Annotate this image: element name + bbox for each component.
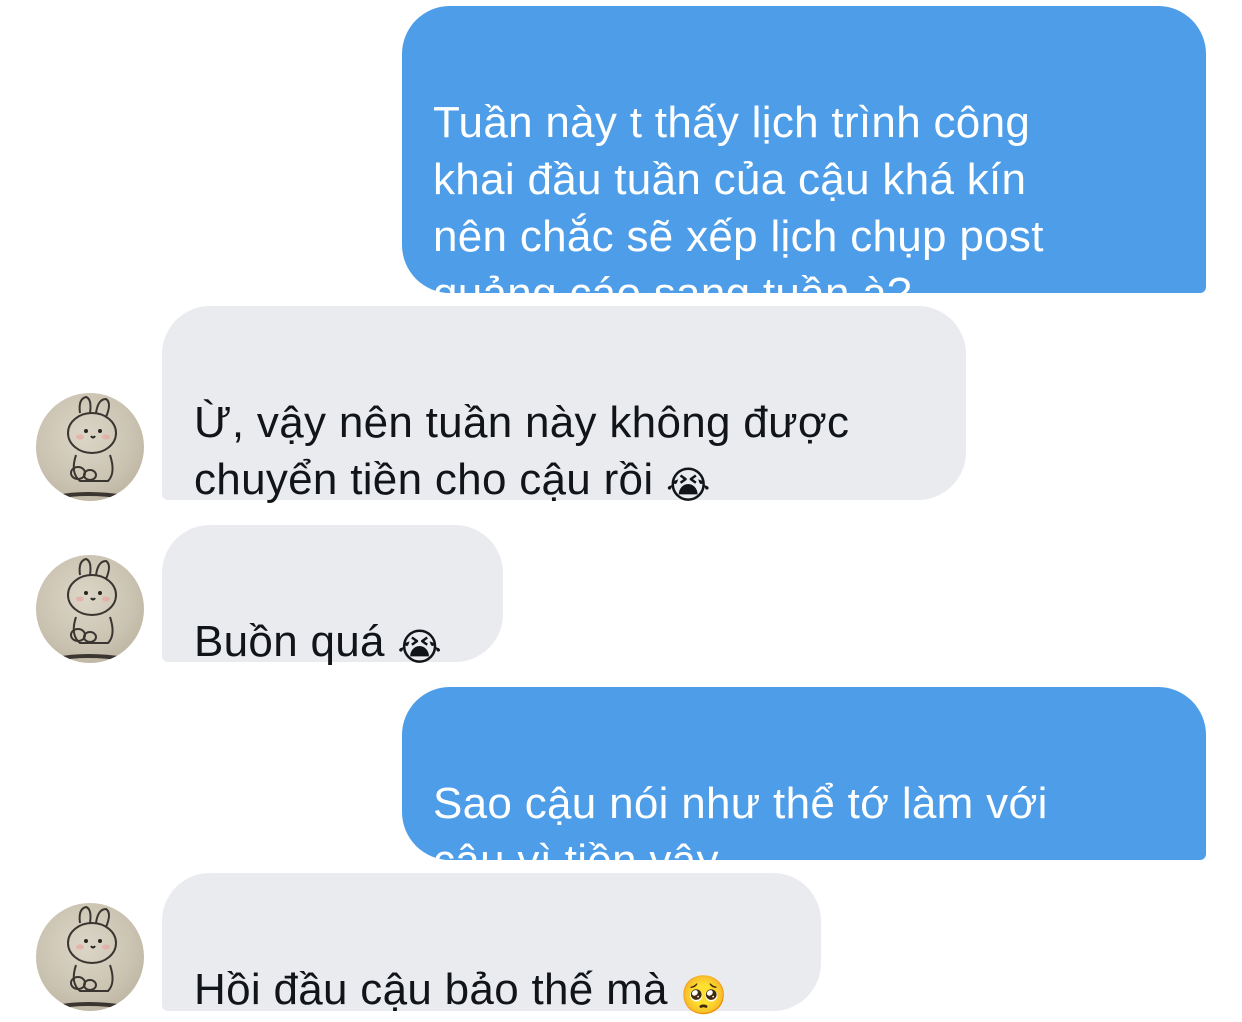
message-bubble-incoming[interactable]: Hồi đầu cậu bảo thế mà 🥺	[162, 873, 821, 1017]
bunny-avatar-icon	[55, 905, 127, 1009]
crying-face-emoji-icon: 😭	[665, 463, 711, 507]
bunny-avatar-icon	[55, 557, 127, 661]
message-bubble-incoming[interactable]: Ừ, vậy nên tuần này không được chuyển ti…	[162, 306, 966, 504]
message-text: Tuần này t thấy lịch trình công khai đầu…	[433, 98, 1044, 318]
avatar[interactable]	[36, 903, 144, 1011]
message-text: Ừ, vậy nên tuần này không được chuyển ti…	[194, 398, 850, 504]
message-bubble-incoming[interactable]: Buồn quá 😭	[162, 525, 503, 666]
chat-thread: Tuần này t thấy lịch trình công khai đầu…	[0, 0, 1242, 1022]
message-text: Buồn quá	[194, 617, 398, 666]
pleading-face-emoji-icon: 🥺	[680, 973, 728, 1017]
message-text: Hồi đầu cậu bảo thế mà	[194, 965, 681, 1014]
bunny-avatar-icon	[55, 395, 127, 499]
avatar[interactable]	[36, 393, 144, 501]
message-text: Sao cậu nói như thể tớ làm với cậu vì ti…	[433, 779, 1048, 885]
message-bubble-outgoing[interactable]: Sao cậu nói như thể tớ làm với cậu vì ti…	[402, 687, 1206, 885]
crying-face-emoji-icon: 😭	[397, 625, 443, 669]
message-bubble-outgoing[interactable]: Tuần này t thấy lịch trình công khai đầu…	[402, 6, 1206, 318]
avatar[interactable]	[36, 555, 144, 663]
